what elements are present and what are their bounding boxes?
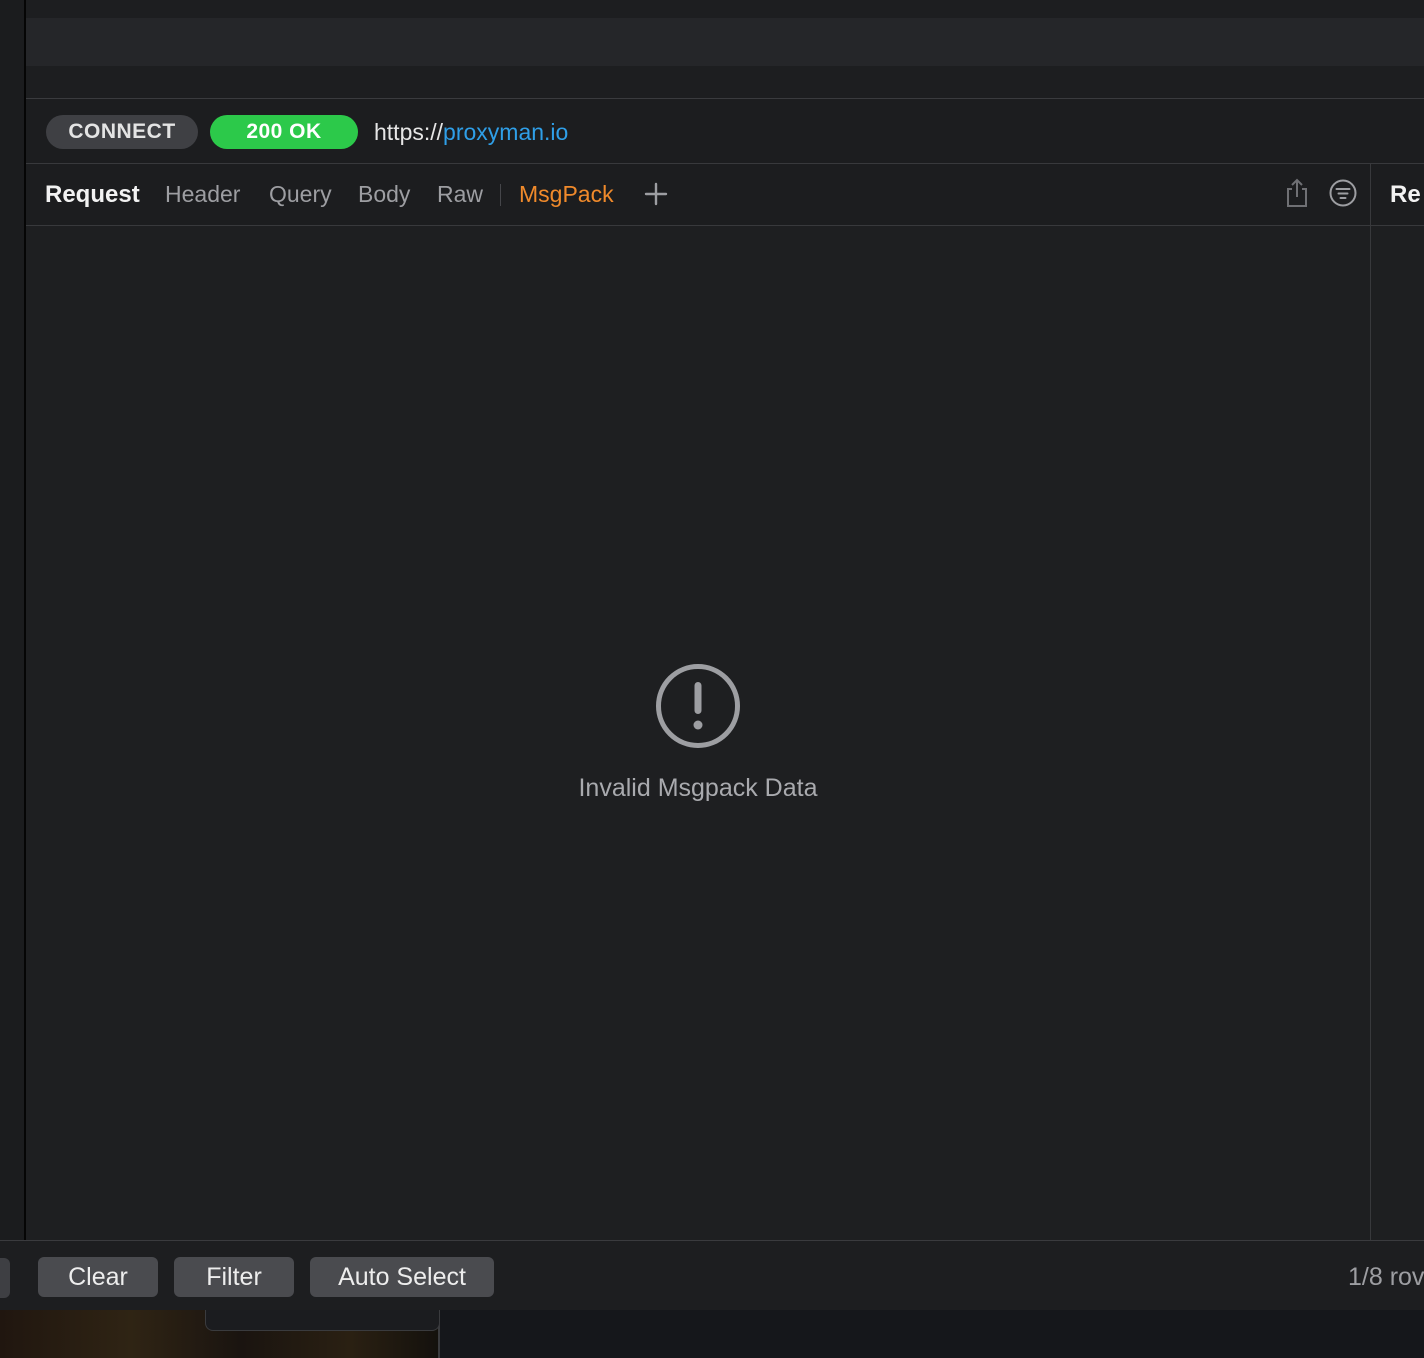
- tab-query[interactable]: Query: [269, 164, 332, 225]
- bottom-toolbar: Clear Filter Auto Select 1/8 rov: [0, 1240, 1424, 1310]
- top-bar: [26, 0, 1424, 18]
- method-badge: CONNECT: [46, 115, 198, 149]
- status-badge: 200 OK: [210, 115, 358, 149]
- share-icon[interactable]: [1282, 178, 1312, 208]
- filter-icon[interactable]: [1328, 178, 1358, 208]
- request-url[interactable]: https://proxyman.io: [374, 115, 568, 149]
- response-pane-title: Re: [1390, 181, 1421, 208]
- request-tab-bar: Request Header Query Body Raw MsgPack: [26, 164, 1424, 226]
- desktop-background: [0, 1310, 1424, 1358]
- msgpack-content-area: Invalid Msgpack Data: [26, 226, 1370, 1240]
- plus-icon[interactable]: [644, 180, 668, 208]
- tab-raw[interactable]: Raw: [437, 164, 483, 225]
- toolbar-strip: [26, 18, 1424, 66]
- row-count: 1/8 rov: [1348, 1263, 1424, 1291]
- left-sidebar-edge: [0, 0, 24, 1310]
- url-scheme: https://: [374, 119, 444, 145]
- tab-body[interactable]: Body: [358, 164, 410, 225]
- warning-icon: [656, 664, 740, 748]
- error-message: Invalid Msgpack Data: [578, 774, 818, 802]
- response-pane: [1371, 226, 1424, 1240]
- clear-button[interactable]: Clear: [38, 1257, 158, 1297]
- empty-state: Invalid Msgpack Data: [26, 662, 1370, 803]
- request-url-bar: CONNECT 200 OK https://proxyman.io: [26, 99, 1424, 164]
- tab-msgpack[interactable]: MsgPack: [519, 164, 614, 225]
- filter-button[interactable]: Filter: [174, 1257, 294, 1297]
- collapsed-sidebar-button[interactable]: [0, 1258, 10, 1298]
- toolbar-underlay: [26, 66, 1424, 99]
- tab-separator: [500, 184, 501, 206]
- auto-select-button[interactable]: Auto Select: [310, 1257, 494, 1297]
- url-host: proxyman.io: [443, 119, 569, 145]
- request-pane-title: Request: [45, 181, 140, 208]
- background-window-edge: [205, 1310, 440, 1331]
- tab-header[interactable]: Header: [165, 164, 240, 225]
